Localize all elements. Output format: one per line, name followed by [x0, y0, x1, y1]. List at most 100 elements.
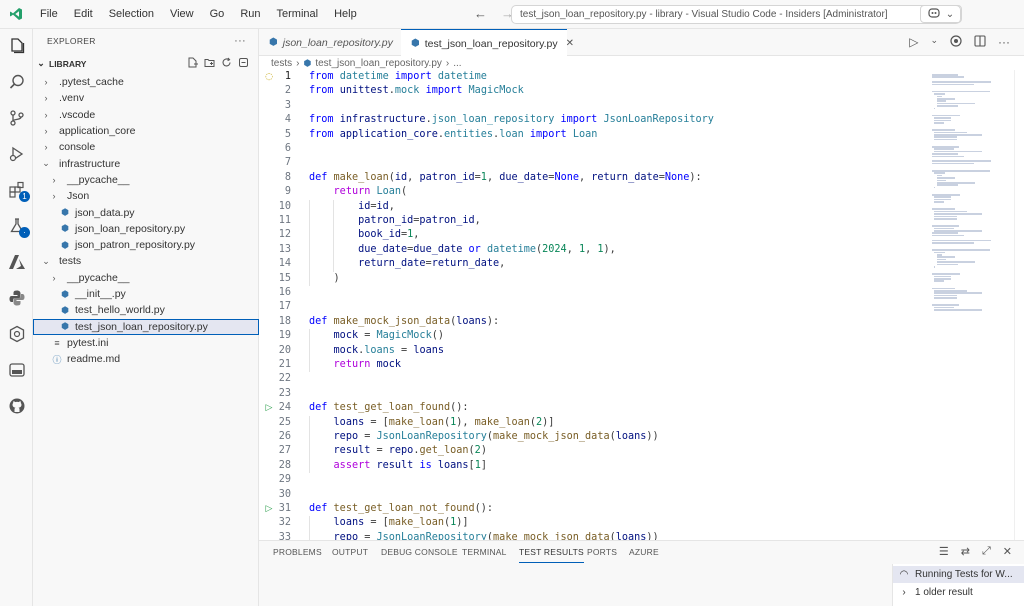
code-line[interactable]: 29: [259, 473, 927, 487]
azure-icon[interactable]: [6, 251, 27, 272]
code-line[interactable]: ▷ 31 def test_get_loan_not_found():: [259, 502, 927, 516]
menu-run[interactable]: Run: [232, 0, 268, 29]
menu-file[interactable]: File: [32, 0, 66, 29]
code-line[interactable]: ◌ 1 from datetime import datetime: [259, 70, 927, 84]
file-json-data-py[interactable]: ⬢ json_data.py: [33, 204, 259, 220]
tab-debug-console[interactable]: DEBUG CONSOLE: [381, 541, 458, 563]
code-line[interactable]: 28 assert result is loans[1]: [259, 459, 927, 473]
source-control-icon[interactable]: [6, 107, 27, 128]
code-line[interactable]: 22: [259, 372, 927, 386]
menu-help[interactable]: Help: [326, 0, 365, 29]
tab-problems[interactable]: PROBLEMS: [273, 541, 322, 563]
code-line[interactable]: 15 ): [259, 272, 927, 286]
remote-explorer-icon[interactable]: [6, 323, 27, 344]
code-line[interactable]: 32 loans = [make_loan(1)]: [259, 516, 927, 530]
lightbulb-icon[interactable]: ◌: [263, 70, 275, 84]
refresh-icon[interactable]: [221, 57, 232, 71]
code-line[interactable]: 26 repo = JsonLoanRepository(make_mock_j…: [259, 430, 927, 444]
mssql-icon[interactable]: [6, 359, 27, 380]
code-line[interactable]: 3: [259, 99, 927, 113]
code-line[interactable]: 20 mock.loans = loans: [259, 344, 927, 358]
folder-pycache[interactable]: › __pycache__: [33, 270, 259, 286]
file-json-patron-repository-py[interactable]: ⬢ json_patron_repository.py: [33, 237, 259, 253]
code-line[interactable]: 17: [259, 300, 927, 314]
code-line[interactable]: 2 from unittest.mock import MagicMock: [259, 84, 927, 98]
extensions-icon[interactable]: 1: [6, 179, 30, 202]
file-init-py[interactable]: ⬢ __init__.py: [33, 286, 259, 302]
run-debug-icon[interactable]: [6, 143, 27, 164]
code-line[interactable]: 11 patron_id=patron_id,: [259, 214, 927, 228]
split-editor-icon[interactable]: [974, 35, 986, 50]
copilot-chat-icon[interactable]: [950, 35, 962, 50]
code-line[interactable]: 30: [259, 488, 927, 502]
code-line[interactable]: 14 return_date=return_date,: [259, 257, 927, 271]
code-line[interactable]: 23: [259, 387, 927, 401]
explorer-files-icon[interactable]: [6, 35, 27, 56]
file-readme-md[interactable]: ⓘ readme.md: [33, 351, 259, 367]
code-line[interactable]: 4 from infrastructure.json_loan_repositor…: [259, 113, 927, 127]
code-line[interactable]: 13 due_date=due_date or datetime(2024, 1…: [259, 243, 927, 257]
library-section-header[interactable]: ⌄ LIBRARY: [33, 55, 259, 72]
new-folder-icon[interactable]: [204, 57, 215, 71]
search-icon[interactable]: [6, 71, 27, 92]
code-line[interactable]: 7: [259, 156, 927, 170]
clear-results-icon[interactable]: ☰: [939, 545, 949, 558]
folder-console[interactable]: › console: [33, 139, 259, 155]
breadcrumb-folder[interactable]: tests: [271, 58, 292, 69]
collapse-all-icon[interactable]: [238, 57, 249, 71]
folder-application-core[interactable]: › application_core: [33, 123, 259, 139]
menu-terminal[interactable]: Terminal: [269, 0, 327, 29]
new-file-icon[interactable]: [187, 57, 198, 71]
tab-azure[interactable]: AZURE: [629, 541, 659, 563]
tab-test-json-loan-repository[interactable]: ⬢ test_json_loan_repository.py ✕: [401, 29, 574, 57]
menu-edit[interactable]: Edit: [66, 0, 101, 29]
code-line[interactable]: 27 result = repo.get_loan(2): [259, 444, 927, 458]
code-line[interactable]: 19 mock = MagicMock(): [259, 329, 927, 343]
more-actions-icon[interactable]: ···: [234, 35, 246, 47]
maximize-panel-icon[interactable]: ⤢: [982, 545, 991, 558]
toggle-view-icon[interactable]: ⇄: [961, 545, 970, 558]
code-line[interactable]: 33 repo = JsonLoanRepository(make_mock_j…: [259, 531, 927, 540]
folder-venv[interactable]: › .venv: [33, 90, 259, 106]
code-line[interactable]: 5 from application_core.entities.loan imp…: [259, 128, 927, 142]
testing-flask-icon[interactable]: ·: [6, 215, 30, 238]
command-center[interactable]: test_json_loan_repository.py - library -…: [511, 5, 961, 24]
folder-tests[interactable]: ⌄ tests: [33, 253, 259, 269]
minimap[interactable]: [928, 70, 1012, 540]
menu-selection[interactable]: Selection: [101, 0, 162, 29]
tab-output[interactable]: OUTPUT: [332, 541, 368, 563]
folder-pycache[interactable]: › __pycache__: [33, 172, 259, 188]
more-actions-icon[interactable]: ···: [998, 35, 1010, 50]
run-test-icon[interactable]: ▷: [263, 401, 275, 415]
breadcrumb-file[interactable]: test_json_loan_repository.py: [315, 58, 442, 69]
older-results-item[interactable]: › 1 older result: [893, 584, 1024, 601]
arrow-left-icon[interactable]: ←: [474, 6, 487, 21]
file-pytest-ini[interactable]: ≡ pytest.ini: [33, 335, 259, 351]
run-test-icon[interactable]: ▷: [263, 502, 275, 516]
tab-ports[interactable]: PORTS: [587, 541, 617, 563]
run-python-file-icon[interactable]: ▷: [909, 35, 918, 50]
code-line[interactable]: ▷ 24 def test_get_loan_found():: [259, 401, 927, 415]
tab-terminal[interactable]: TERMINAL: [462, 541, 507, 563]
folder-vscode[interactable]: › .vscode: [33, 107, 259, 123]
file-json-loan-repository-py[interactable]: ⬢ json_loan_repository.py: [33, 221, 259, 237]
code-line[interactable]: 16: [259, 286, 927, 300]
copilot-menu[interactable]: ⌄: [920, 5, 962, 23]
code-line[interactable]: 12 book_id=1,: [259, 228, 927, 242]
python-icon[interactable]: [6, 287, 27, 308]
tab-test-results[interactable]: TEST RESULTS: [519, 541, 584, 563]
breadcrumb-symbol[interactable]: ...: [453, 58, 461, 69]
code-line[interactable]: 21 return mock: [259, 358, 927, 372]
code-line[interactable]: 9 return Loan(: [259, 185, 927, 199]
close-icon[interactable]: ✕: [1003, 545, 1012, 558]
file-test-json-loan-repository-py[interactable]: ⬢ test_json_loan_repository.py: [33, 318, 259, 335]
file-test-hello-world-py[interactable]: ⬢ test_hello_world.py: [33, 302, 259, 318]
tab-json-loan-repository[interactable]: ⬢ json_loan_repository.py: [259, 29, 401, 56]
github-icon[interactable]: [6, 395, 27, 416]
code-line[interactable]: 8 def make_loan(id, patron_id=1, due_date…: [259, 171, 927, 185]
menu-view[interactable]: View: [162, 0, 202, 29]
vertical-scrollbar[interactable]: [1014, 70, 1024, 540]
code-line[interactable]: 6: [259, 142, 927, 156]
run-menu-chevron-icon[interactable]: ⌄: [930, 35, 938, 50]
folder-pytest-cache[interactable]: › .pytest_cache: [33, 74, 259, 90]
